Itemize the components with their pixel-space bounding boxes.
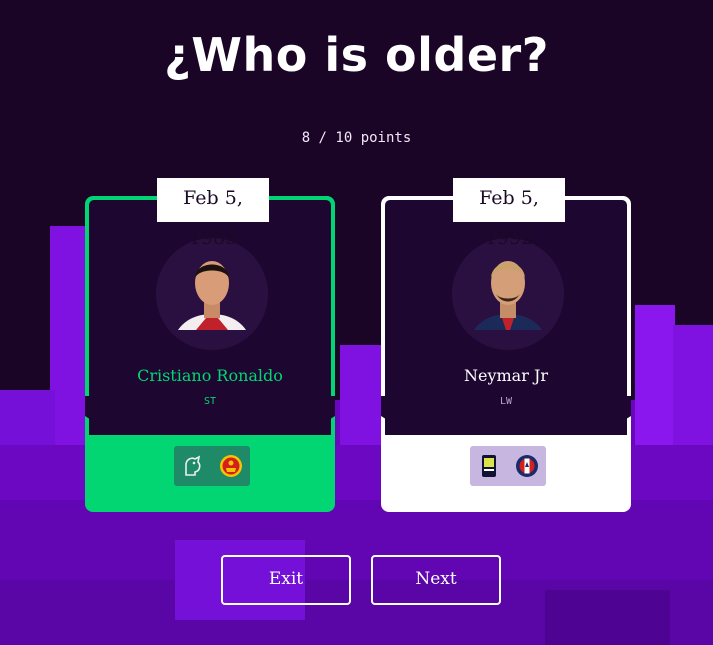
exit-button[interactable]: Exit xyxy=(221,555,351,605)
player-name: Cristiano Ronaldo xyxy=(137,366,283,385)
page-title: ¿Who is older? xyxy=(164,28,549,82)
team-badges xyxy=(174,446,250,486)
birth-date-label-right: Feb 5, 1992 xyxy=(453,178,565,249)
background-block xyxy=(545,590,670,645)
next-button[interactable]: Next xyxy=(371,555,501,605)
manchester-united-icon xyxy=(220,455,242,477)
premier-league-icon xyxy=(185,455,201,476)
score-counter: 8 / 10 points xyxy=(301,130,412,146)
birth-date-label-left: Feb 5, 1985 xyxy=(157,178,269,249)
ligue-1-icon xyxy=(482,455,496,477)
player-position: LW xyxy=(499,396,513,407)
psg-icon xyxy=(516,455,538,477)
team-badges xyxy=(470,446,546,486)
player-name: Neymar Jr xyxy=(463,366,548,385)
player-position: ST xyxy=(203,396,217,407)
